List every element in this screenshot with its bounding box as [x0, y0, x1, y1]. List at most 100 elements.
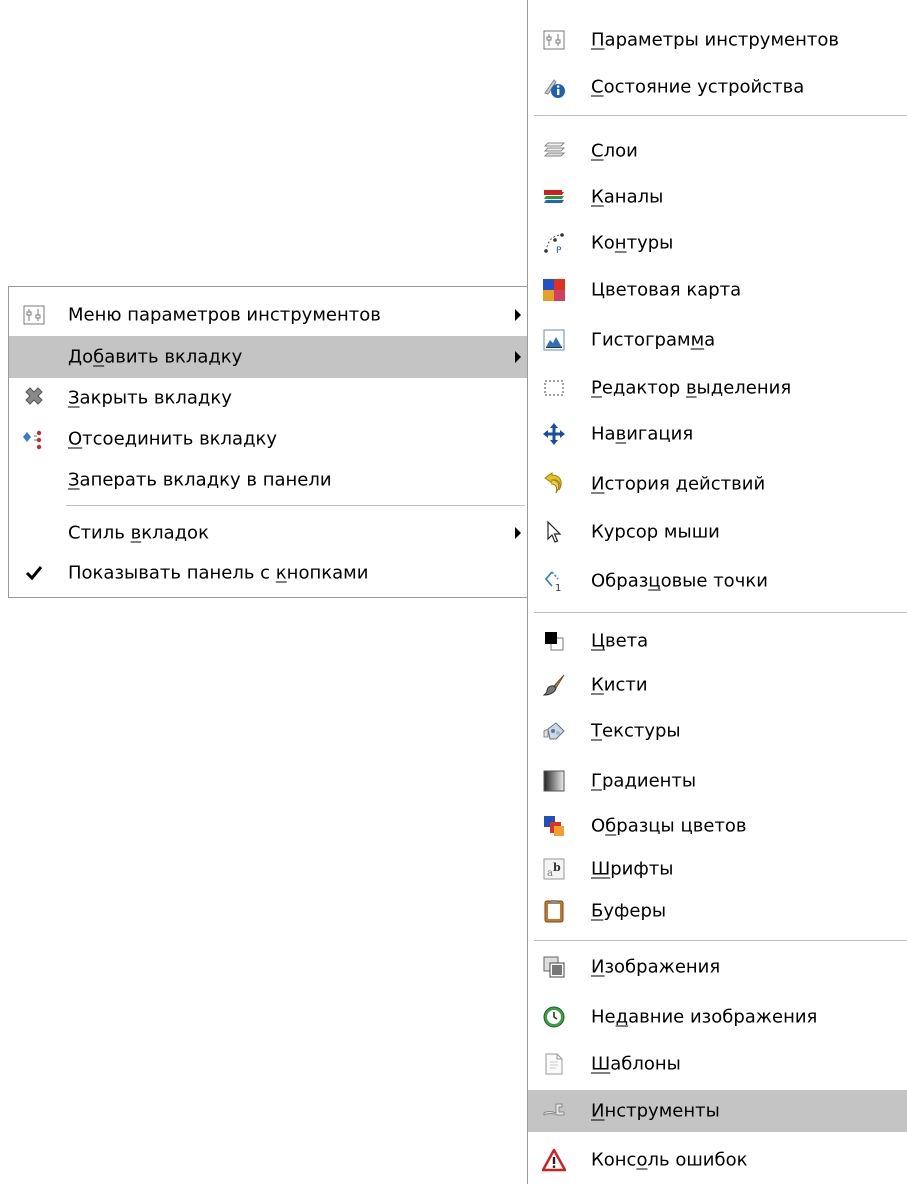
menu-item-tool-options-menu[interactable]: Меню параметров инструментов	[9, 294, 529, 336]
svg-text:b: b	[553, 861, 561, 874]
label-text: ыделения	[696, 377, 792, 399]
menu-item-add-tab[interactable]: Добавить вкладку	[9, 336, 529, 378]
mnemonic-letter: Г	[591, 770, 602, 792]
label-text: Курсор мыши	[591, 521, 720, 543]
menu-item-label: Добавить вкладку	[68, 347, 242, 368]
error-console-icon	[542, 1148, 566, 1172]
menu-item-label: История действий	[591, 474, 765, 495]
label-text: лои	[603, 140, 638, 162]
submenu-item-tool-options[interactable]: Параметры инструментов	[528, 19, 907, 61]
submenu-item-undo-history[interactable]: История действий	[528, 463, 907, 505]
mnemonic-letter: О	[68, 428, 83, 450]
submenu-item-templates[interactable]: Шаблоны	[528, 1043, 907, 1085]
submenu-item-document-history[interactable]: Недавние изображения	[528, 996, 907, 1038]
submenu-item-fonts[interactable]: a b Шрифты	[528, 848, 907, 890]
menu-item-label: Курсор мыши	[591, 522, 720, 543]
submenu-item-error-console[interactable]: Консоль ошибок	[528, 1139, 907, 1181]
undo-history-icon	[542, 472, 566, 496]
label-text: екстуры	[602, 720, 681, 742]
submenu-item-images[interactable]: Изображения	[528, 946, 907, 988]
label-text: ль ошибок	[647, 1149, 748, 1171]
menu-item-lock-tab[interactable]: Заперать вкладку в панели	[9, 459, 529, 501]
menu-item-label: Редактор выделения	[591, 378, 791, 399]
mnemonic-letter: К	[591, 186, 604, 208]
menu-item-label: Меню параметров инструментов	[68, 305, 381, 326]
label-text: остояние устройства	[603, 76, 805, 98]
menu-item-label: Слои	[591, 141, 638, 162]
submenu-item-patterns[interactable]: Текстуры	[528, 710, 907, 752]
menu-item-tab-style[interactable]: Стиль вкладок	[9, 512, 529, 554]
submenu-item-device-status[interactable]: Состояние устройства	[528, 66, 907, 108]
menu-item-label: Цвета	[591, 631, 648, 652]
submenu-item-navigation[interactable]: Навигация	[528, 413, 907, 455]
add-tab-submenu: Параметры инструментов Состояние устройст…	[527, 0, 907, 1184]
mnemonic-letter: в	[685, 377, 697, 399]
menu-item-label: Кисти	[591, 675, 648, 696]
sample-points-icon: 1	[542, 569, 566, 593]
submenu-item-brushes[interactable]: Кисти	[528, 664, 907, 706]
buffers-icon	[542, 899, 566, 923]
mnemonic-letter: Ц	[591, 630, 605, 652]
label-text: Ко	[591, 232, 615, 254]
label-text: аблоны	[610, 1053, 681, 1075]
label-text: тсоединить вкладку	[82, 428, 278, 450]
label-text: зображения	[604, 956, 721, 978]
channels-icon	[542, 185, 566, 209]
menu-item-label: Образцовые точки	[591, 571, 768, 592]
menu-item-label: Заперать вкладку в панели	[68, 470, 332, 491]
mnemonic-letter: м	[690, 329, 705, 351]
submenu-item-channels[interactable]: Каналы	[528, 176, 907, 218]
label-text: овые точки	[660, 570, 768, 592]
checkmark-icon	[22, 561, 46, 585]
submenu-item-layers[interactable]: Слои	[528, 130, 907, 172]
mnemonic-letter: Т	[591, 720, 602, 742]
submenu-item-buffers[interactable]: Буферы	[528, 890, 907, 932]
submenu-item-colormap[interactable]: Цветовая карта	[528, 269, 907, 311]
document-history-icon	[542, 1005, 566, 1029]
label-text: нструменты	[604, 1100, 720, 1122]
mnemonic-letter: И	[591, 1100, 605, 1122]
submenu-item-tools[interactable]: Инструменты	[528, 1090, 907, 1132]
label-text: едактор	[601, 377, 686, 399]
mnemonic-letter: И	[591, 956, 605, 978]
menu-item-detach-tab[interactable]: Отсоединить вкладку	[9, 418, 529, 460]
submenu-item-colors[interactable]: Цвета	[528, 620, 907, 662]
submenu-item-selection-editor[interactable]: Редактор выделения	[528, 367, 907, 409]
layers-icon	[542, 139, 566, 163]
label-text: вета	[604, 630, 649, 652]
mnemonic-letter: б	[93, 346, 105, 368]
label-text: Меню параметров инструментов	[68, 304, 381, 326]
submenu-arrow-icon	[515, 309, 521, 321]
templates-icon	[542, 1052, 566, 1076]
label-text: акрыть вкладку	[79, 387, 232, 409]
label-text: Не	[591, 1006, 616, 1028]
submenu-item-sample-points[interactable]: 1 Образцовые точки	[528, 560, 907, 602]
palettes-icon	[542, 814, 566, 838]
menu-item-show-button-bar[interactable]: Показывать панель с кнопками	[9, 552, 529, 594]
label-text: стория действий	[604, 473, 766, 495]
mnemonic-letter: Ш	[591, 1053, 611, 1075]
menu-separator	[534, 940, 907, 941]
submenu-item-paths[interactable]: P Контуры	[528, 222, 907, 264]
submenu-item-pointer[interactable]: Курсор мыши	[528, 511, 907, 553]
menu-item-close-tab[interactable]: Закрыть вкладку	[9, 377, 529, 419]
label-text: Показывать панель с	[68, 562, 276, 584]
label-text: На	[591, 423, 616, 445]
submenu-item-histogram[interactable]: Гистограмма	[528, 319, 907, 361]
submenu-item-gradients[interactable]: Градиенты	[528, 760, 907, 802]
submenu-item-palettes[interactable]: Образцы цветов	[528, 805, 907, 847]
submenu-arrow-icon	[515, 527, 521, 539]
images-icon	[542, 955, 566, 979]
label-text: нопками	[286, 562, 369, 584]
label-text: Гистограм	[591, 329, 691, 351]
menu-item-label: Цветовая карта	[591, 280, 741, 301]
mnemonic-letter: б	[605, 815, 617, 837]
menu-separator	[534, 115, 907, 116]
label-text: кладок	[141, 522, 209, 544]
histogram-icon	[542, 328, 566, 352]
svg-text:P: P	[556, 246, 562, 255]
menu-item-label: Навигация	[591, 424, 693, 445]
paths-icon: P	[542, 231, 566, 255]
menu-item-label: Отсоединить вкладку	[68, 429, 277, 450]
fonts-icon: ab	[542, 857, 566, 881]
